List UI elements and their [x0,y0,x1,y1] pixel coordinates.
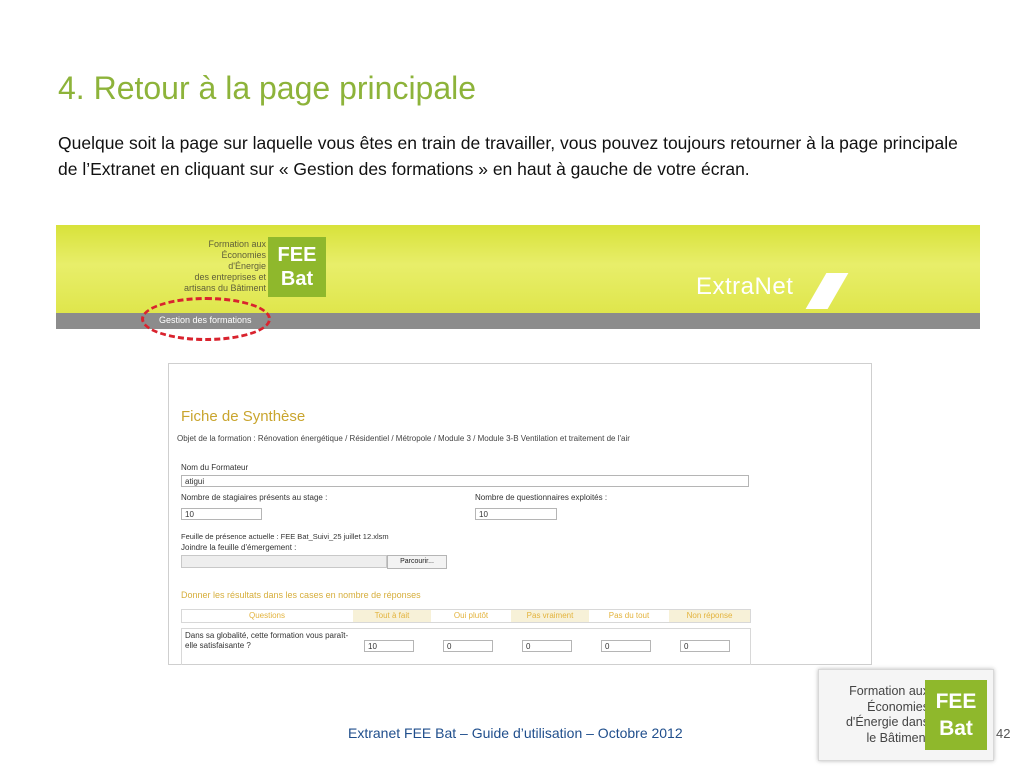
extranet-screenshot: Formation aux Économies d'Énergie des en… [56,225,980,665]
trainer-input[interactable]: atigui [181,475,749,487]
results-heading: Donner les résultats dans les cases en n… [181,590,421,600]
results-table-header: Questions Tout à fait Oui plutôt Pas vra… [181,609,751,623]
file-path-field[interactable] [181,555,387,568]
page-number: 42 [996,726,1011,741]
fee-bat-logo: FEE Bat [268,237,326,297]
logo-box-line: Bat [280,268,314,290]
corner-logo-line: le Bâtiment [866,730,929,745]
trainees-label: Nombre de stagiaires présents au stage : [181,493,328,502]
trainees-input[interactable]: 10 [181,508,262,520]
corner-logo: Formation aux Économies d'Énergie dans l… [818,669,994,761]
logo-box-line: FEE [277,244,317,266]
answer-input-pas-vraiment[interactable]: 0 [522,640,572,652]
intro-paragraph: Quelque soit la page sur laquelle vous ê… [58,133,958,179]
answer-input-non-reponse[interactable]: 0 [680,640,730,652]
column-non-reponse: Non réponse [669,610,750,622]
banner-logo-line: artisans du Bâtiment [183,283,266,293]
corner-fee-bat-box: FEE Bat [925,680,987,750]
highlight-ellipse [141,297,271,341]
column-pas-vraiment: Pas vraiment [511,610,589,622]
slide-footer: Extranet FEE Bat – Guide d’utilisation –… [348,725,683,741]
questionnaires-label: Nombre de questionnaires exploités : [475,493,608,502]
trainer-label: Nom du Formateur [181,463,249,472]
banner-logo-line: d'Énergie [228,261,266,271]
attach-label: Joindre la feuille d'émergement : [181,543,297,552]
corner-logo-line: d'Énergie dans [845,715,929,729]
form-subtitle: Objet de la formation : Rénovation énerg… [177,434,630,443]
slide-title: 4. Retour à la page principale [58,70,477,106]
banner-logo-line: des entreprises et [194,272,266,282]
answer-input-tout-a-fait[interactable]: 10 [364,640,414,652]
banner-logo-line: Formation aux [208,239,266,249]
presence-file-label: Feuille de présence actuelle : FEE Bat_S… [181,532,389,541]
questionnaires-input[interactable]: 10 [475,508,557,520]
extranet-wordmark: ExtraNet [696,273,794,300]
answer-input-pas-du-tout[interactable]: 0 [601,640,651,652]
column-oui-plutot: Oui plutôt [453,611,489,620]
answer-input-oui-plutot[interactable]: 0 [443,640,493,652]
corner-box-line: FEE [935,690,977,713]
extranet-slash-shape [805,273,849,309]
corner-logo-line: Économies [867,699,929,714]
banner-logo-line: Économies [221,250,266,260]
column-questions: Questions [182,610,352,622]
corner-logo-line: Formation aux [849,684,929,698]
banner-logo-text: Formation aux Économies d'Énergie des en… [166,239,266,294]
form-title: Fiche de Synthèse [181,408,306,425]
browse-button[interactable]: Parcourir... [387,555,447,569]
synthesis-form-panel: Fiche de Synthèse Objet de la formation … [168,363,872,665]
corner-box-line: Bat [939,717,973,740]
question-text: Dans sa globalité, cette formation vous … [185,631,349,650]
corner-logo-text: Formation aux Économies d'Énergie dans l… [829,684,929,746]
column-pas-du-tout: Pas du tout [608,611,650,620]
column-tout-a-fait: Tout à fait [353,610,431,622]
